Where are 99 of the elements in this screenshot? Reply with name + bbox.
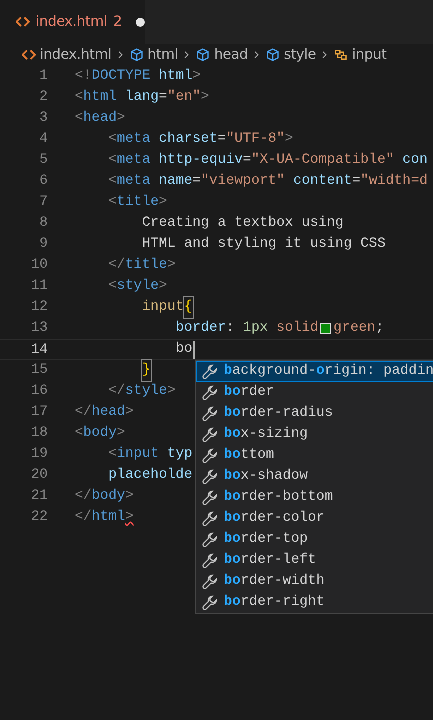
line-number: 3 [38,109,48,128]
code-line: input{ [75,297,193,318]
wrench-icon [202,594,218,610]
suggestion-item[interactable]: box-shadow [196,466,433,487]
breadcrumb-item[interactable]: style [266,44,316,66]
cube-icon [130,48,144,62]
line-number: 1 [38,67,48,86]
suggestion-label: bottom [224,446,274,465]
suggestion-item[interactable]: border-color [196,508,433,529]
code-line: </body> [75,487,134,506]
selector-icon [334,48,348,62]
line-number: 8 [38,214,48,233]
wrench-icon [202,532,218,548]
editor-tab[interactable]: index.html 2 [0,0,145,44]
line-number: 4 [38,130,48,149]
suggestion-label: border-width [224,572,325,591]
suggestion-label: border-color [224,509,325,528]
code-line: placeholde [108,466,193,485]
breadcrumb-item[interactable]: head [196,44,248,66]
code-line: border: 1px solid [176,319,319,338]
line-number: 9 [38,235,48,254]
suggestion-item[interactable]: bottom [196,445,433,466]
cube-icon [266,48,280,62]
wrench-icon [202,510,218,526]
suggestion-item[interactable]: border-radius [196,403,433,424]
wrench-icon [202,426,218,442]
cube-icon [196,48,210,62]
line-number: 20 [30,466,48,485]
suggestion-label: border-top [224,530,308,549]
code-line: <title> [108,193,168,212]
line-number: 17 [30,403,48,422]
breadcrumb-item[interactable]: input [334,44,387,66]
wrench-icon [202,448,218,464]
suggestion-label: border-left [224,551,316,570]
code-line: </style> [108,382,176,401]
line-number: 16 [30,382,48,401]
code-line: <meta name="viewport" content="width=d [108,172,428,191]
code-file-icon [16,15,30,29]
line-number: 6 [38,172,48,191]
line-number: 22 [30,508,48,527]
code-line: </html> [75,508,134,527]
code-line: </head> [75,403,134,422]
suggestion-label: border [224,383,274,402]
code-line: <meta charset="UTF-8"> [108,130,294,149]
line-number: 13 [30,319,48,338]
wrench-icon [202,406,218,422]
text-cursor [192,340,195,358]
code-line: <input typ [108,445,193,464]
code-line: Creating a textbox using [141,214,344,233]
code-line: <body> [75,424,126,443]
breadcrumb-label[interactable]: input [352,44,387,66]
wrench-icon [202,364,218,380]
code-line: <html lang="en"> [75,88,210,107]
code-file-icon [22,48,36,62]
line-number: 15 [30,361,48,380]
suggestion-label: border-bottom [224,488,334,507]
breadcrumb-item[interactable]: index.html [22,44,112,66]
line-number: 19 [30,445,48,464]
suggestion-label: box-sizing [224,425,308,444]
suggestion-item[interactable]: border-width [196,571,433,592]
code-line: </title> [108,256,176,275]
breadcrumb-label[interactable]: index.html [40,44,112,66]
wrench-icon [202,574,218,590]
line-number: 18 [30,424,48,443]
suggestion-label: border-right [224,593,325,612]
suggestion-item[interactable]: border-left [196,550,433,571]
line-number: 12 [30,298,48,317]
code-line: green; [334,319,384,338]
line-number: 14 [30,341,48,359]
code-line: HTML and styling it using CSS [141,235,386,254]
suggestion-label: background-origin: paddin [224,362,433,381]
breadcrumb-label[interactable]: html [148,44,178,66]
line-number: 7 [38,193,48,212]
breadcrumb-label[interactable]: style [284,44,316,66]
wrench-icon [202,468,218,484]
suggestion-label: border-radius [224,404,334,423]
wrench-icon [202,490,218,506]
code-line: <style> [108,277,168,296]
code-line: <!DOCTYPE html> [75,67,202,86]
line-number: 11 [30,277,48,296]
suggestion-item[interactable]: background-origin: paddin [196,361,433,382]
breadcrumb-item[interactable]: html [130,44,178,66]
suggestion-item[interactable]: box-sizing [196,424,433,445]
line-number: 5 [38,151,48,170]
code-line: <meta http-equiv="X-UA-Compatible" con [108,151,428,170]
line-number: 21 [30,487,48,506]
line-number: 10 [30,256,48,275]
breadcrumb-label[interactable]: head [214,44,248,66]
suggestion-item[interactable]: border [196,382,433,403]
code-line: <head> [75,109,126,128]
suggestion-item[interactable]: border-right [196,592,433,613]
code-line: bo [174,340,195,359]
wrench-icon [202,552,218,568]
code-line: } [75,360,151,381]
suggestion-label: box-shadow [224,467,308,486]
suggestion-item[interactable]: border-top [196,529,433,550]
wrench-icon [202,384,218,400]
line-number: 2 [38,88,48,107]
suggestion-item[interactable]: border-bottom [196,487,433,508]
